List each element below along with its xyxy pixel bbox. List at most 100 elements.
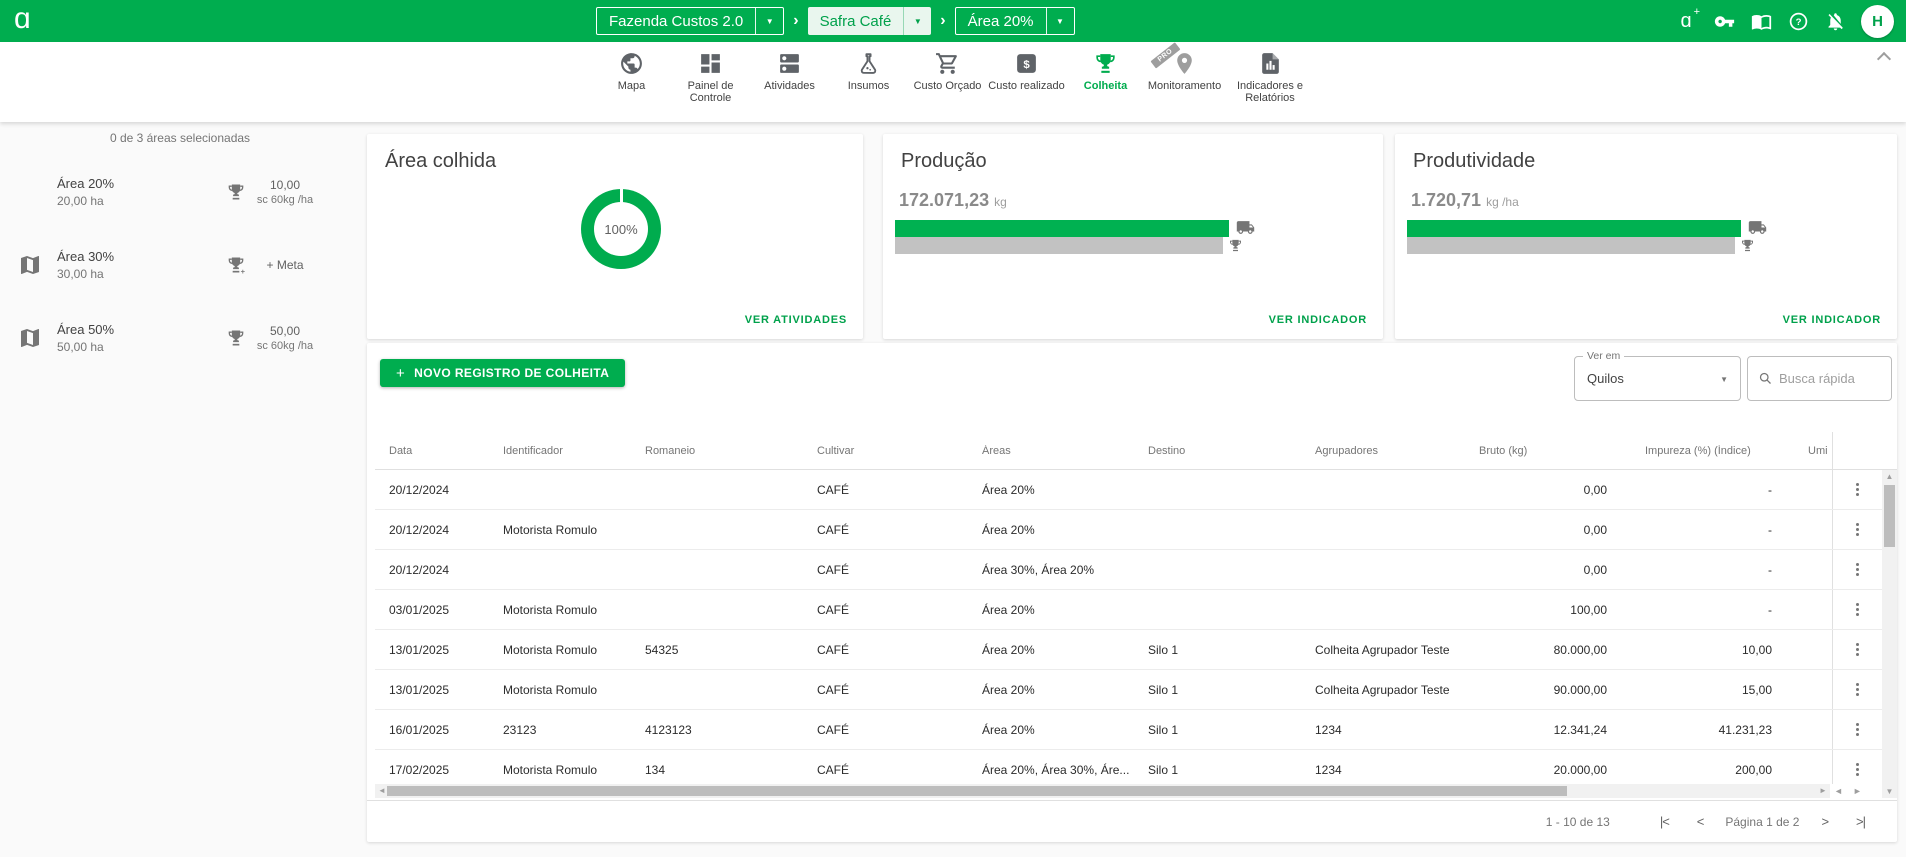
nav-item-atividades[interactable]: Atividades: [750, 50, 829, 104]
card-title: Área colhida: [385, 150, 496, 173]
row-menu-icon[interactable]: [1852, 639, 1863, 660]
svg-text:?: ?: [1795, 17, 1801, 28]
key-icon[interactable]: [1713, 10, 1735, 32]
area-item--rea-20-[interactable]: Área 20%20,00 ha10,00sc 60kg /ha: [0, 170, 360, 214]
nav-item-mapa[interactable]: Mapa: [592, 50, 671, 104]
truck-icon: [1236, 218, 1255, 237]
cell--reas: Área 20%: [982, 603, 1148, 617]
scroll-down-arrow[interactable]: ▼: [1882, 785, 1897, 798]
dns-icon: [777, 50, 803, 76]
nav-items: MapaPainel de Controle Atividades Insumos C…: [592, 50, 1316, 104]
table-row[interactable]: 20/12/2024Motorista RomuloCAFÉÁrea 20%0,…: [375, 510, 1897, 550]
cell--reas: Área 20%: [982, 483, 1148, 497]
cell-cultivar: CAFÉ: [817, 723, 982, 737]
notifications-off-icon[interactable]: [1824, 10, 1846, 32]
goal-value: + Meta: [252, 258, 318, 272]
nav-item-label: Monitoramento: [1148, 80, 1221, 92]
truck-icon: [1748, 218, 1767, 237]
row-menu-icon[interactable]: [1852, 519, 1863, 540]
nav-item-monitoramento[interactable]: PROMonitoramento: [1145, 50, 1224, 104]
cell-identificador: Motorista Romulo: [503, 683, 645, 697]
nav-item-label: Atividades: [764, 80, 815, 92]
chevron-down-icon[interactable]: ▼: [755, 8, 783, 34]
scroll-right-arrow[interactable]: ►: [1816, 784, 1830, 798]
chevron-down-icon[interactable]: ▼: [903, 7, 931, 35]
quick-search-input[interactable]: Busca rápida: [1747, 356, 1892, 401]
harvested-area-card: Área colhida 100% VER ATIVIDADES: [367, 134, 863, 339]
area-goal[interactable]: ++ Meta: [226, 255, 318, 275]
table-row[interactable]: 16/01/2025231234123123CAFÉÁrea 20%Silo 1…: [375, 710, 1897, 750]
nav-item-insumos[interactable]: Insumos: [829, 50, 908, 104]
row-menu-icon[interactable]: [1852, 479, 1863, 500]
row-menu-icon[interactable]: [1852, 719, 1863, 740]
previous-page-button[interactable]: <: [1697, 814, 1704, 829]
vertical-scrollbar[interactable]: ▲ ▼: [1882, 470, 1897, 798]
row-menu-icon[interactable]: [1852, 559, 1863, 580]
book-icon[interactable]: [1750, 10, 1772, 32]
table-row[interactable]: 20/12/2024CAFÉÁrea 20%0,00-: [375, 470, 1897, 510]
area-selector[interactable]: Área 20% ▼: [955, 7, 1075, 35]
last-page-button[interactable]: >|: [1856, 814, 1865, 829]
farm-selector[interactable]: Fazenda Custos 2.0 ▼: [596, 7, 784, 35]
cell-destino: Silo 1: [1148, 683, 1315, 697]
area-item--rea-30-[interactable]: Área 30%30,00 ha++ Meta: [0, 243, 360, 287]
view-in-select[interactable]: Ver em Quilos ▼: [1574, 356, 1741, 401]
report-icon: [1257, 50, 1283, 76]
horizontal-scrollbar-thumb[interactable]: [387, 786, 1567, 796]
row-menu-icon[interactable]: [1852, 679, 1863, 700]
row-menu-icon[interactable]: [1852, 759, 1863, 780]
cell-cultivar: CAFÉ: [817, 483, 982, 497]
cell-cultivar: CAFÉ: [817, 563, 982, 577]
see-activities-link[interactable]: VER ATIVIDADES: [745, 314, 847, 326]
table-row[interactable]: 13/01/2025Motorista RomuloCAFÉÁrea 20%Si…: [375, 670, 1897, 710]
cell--reas: Área 20%: [982, 683, 1148, 697]
area-item--rea-50-[interactable]: Área 50%50,00 ha50,00sc 60kg /ha: [0, 316, 360, 360]
cell-impureza-ndice-: 41.231,23: [1607, 723, 1775, 737]
scroll-left-arrow[interactable]: ◄: [1834, 786, 1843, 796]
vertical-scrollbar-thumb[interactable]: [1884, 485, 1895, 547]
table-row[interactable]: 03/01/2025Motorista RomuloCAFÉÁrea 20%10…: [375, 590, 1897, 630]
nav-item-custo-realizado[interactable]: $Custo realizado: [987, 50, 1066, 104]
see-indicator-link[interactable]: VER INDICADOR: [1269, 314, 1367, 326]
productivity-actual-bar: [1407, 220, 1741, 237]
cell-data: 03/01/2025: [375, 603, 503, 617]
chevron-down-icon[interactable]: ▼: [1046, 8, 1074, 34]
search-icon: [1758, 371, 1773, 386]
next-page-button[interactable]: >: [1821, 814, 1828, 829]
nav-item-label: Colheita: [1084, 80, 1127, 92]
row-menu-icon[interactable]: [1852, 599, 1863, 620]
table-row[interactable]: 13/01/2025Motorista Romulo54325CAFÉÁrea …: [375, 630, 1897, 670]
first-page-button[interactable]: |<: [1660, 814, 1669, 829]
area-goal[interactable]: 10,00sc 60kg /ha: [226, 178, 318, 206]
goal-value: 10,00: [252, 178, 318, 192]
goal-value: 50,00: [252, 324, 318, 338]
new-harvest-record-button[interactable]: + NOVO REGISTRO DE COLHEITA: [380, 359, 625, 387]
nav-item-painel-de-controle[interactable]: Painel de Controle: [671, 50, 750, 104]
cell-impureza-ndice-: -: [1607, 523, 1775, 537]
season-selector[interactable]: Safra Café ▼: [808, 7, 932, 35]
top-app-bar: ɑ Fazenda Custos 2.0 ▼ › Safra Café ▼ › …: [0, 0, 1906, 42]
area-goal[interactable]: 50,00sc 60kg /ha: [226, 324, 318, 352]
cell-bruto-kg-: 20.000,00: [1479, 763, 1607, 777]
chevron-down-icon: ▼: [1720, 375, 1728, 384]
horizontal-scrollbar[interactable]: ◄ ►: [375, 784, 1830, 798]
collapse-nav-icon[interactable]: [1878, 50, 1890, 62]
help-icon[interactable]: ?: [1787, 10, 1809, 32]
table-header-row: DataIdentificadorRomaneioCultivarÁreasDe…: [375, 432, 1897, 470]
nav-item-indicadores-e-relat-rios[interactable]: Indicadores e Relatórios: [1224, 50, 1316, 104]
scroll-up-arrow[interactable]: ▲: [1882, 470, 1897, 483]
table-row[interactable]: 17/02/2025Motorista Romulo134CAFÉÁrea 20…: [375, 750, 1897, 784]
nav-item-custo-or-ado[interactable]: Custo Orçado: [908, 50, 987, 104]
map-icon: [18, 253, 44, 277]
production-value: 172.071,23: [899, 190, 989, 211]
nav-item-colheita[interactable]: Colheita: [1066, 50, 1145, 104]
scroll-right-arrow[interactable]: ►: [1853, 786, 1862, 796]
flask-icon: [856, 50, 882, 76]
aegro-add-icon[interactable]: ɑ+: [1674, 10, 1698, 33]
table-row[interactable]: 20/12/2024CAFÉÁrea 30%, Área 20%0,00-: [375, 550, 1897, 590]
avatar[interactable]: H: [1861, 5, 1894, 38]
nav-item-label: Insumos: [848, 80, 890, 92]
see-indicator-link[interactable]: VER INDICADOR: [1783, 314, 1881, 326]
cell--reas: Área 30%, Área 20%: [982, 563, 1148, 577]
cell-data: 20/12/2024: [375, 483, 503, 497]
